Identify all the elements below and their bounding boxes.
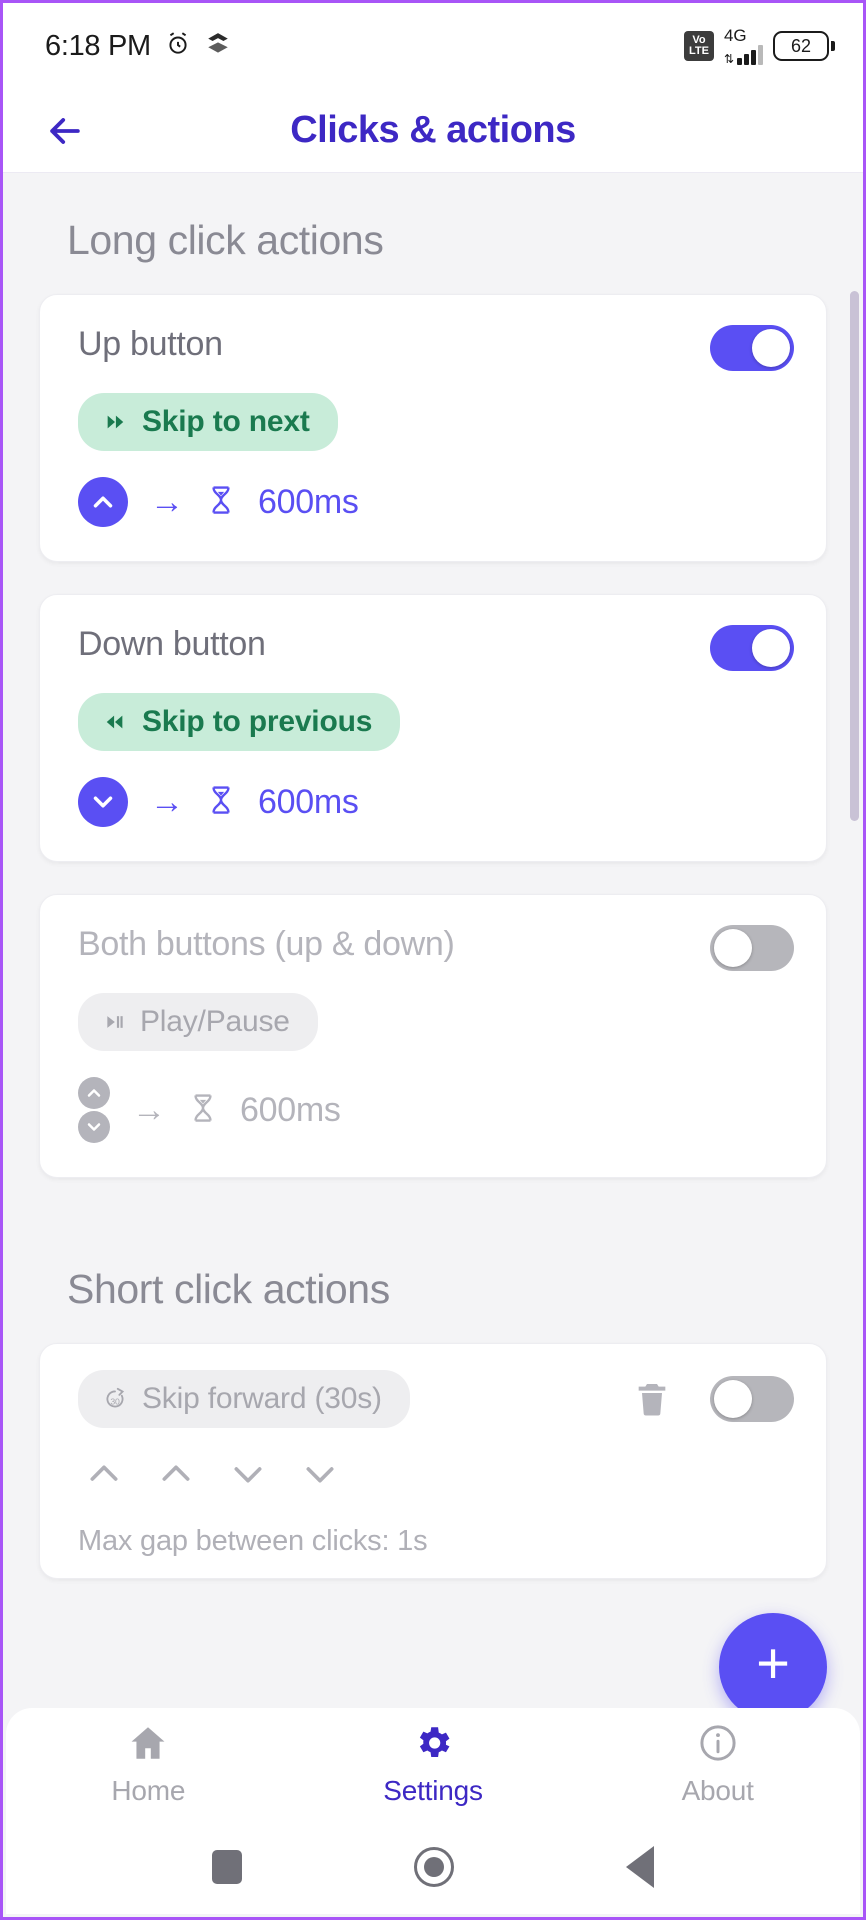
recents-square-icon[interactable] [212, 1850, 242, 1884]
vertical-scrollbar[interactable] [850, 291, 859, 821]
action-chip-skip-to-previous[interactable]: Skip to previous [78, 693, 401, 751]
skip-backward-icon [102, 711, 128, 733]
gear-icon [411, 1722, 455, 1769]
plus-icon: + [756, 1631, 790, 1696]
click-sequence [78, 1454, 794, 1499]
arrow-right-icon: → [132, 1091, 166, 1129]
card-up-button[interactable]: Up button Skip to next → 600ms [39, 294, 827, 562]
delay-value: 600ms [258, 482, 359, 521]
nav-label: Settings [383, 1774, 483, 1806]
status-bar-right: Vo LTE 4G ⇅ 62 [683, 27, 835, 65]
phone-screen: 6:18 PM Vo LTE 4G ⇅ 62 Clicks & actions … [0, 0, 866, 1920]
signal-bars-icon: ⇅ [724, 45, 763, 65]
card-down-button[interactable]: Down button Skip to previous → 600ms [39, 594, 827, 862]
settings-scroll-area[interactable]: Long click actions Up button Skip to nex… [3, 173, 863, 1729]
action-chip-skip-forward-30[interactable]: 30 Skip forward (30s) [78, 1370, 410, 1428]
status-time: 6:18 PM [45, 29, 151, 62]
home-icon [126, 1722, 170, 1769]
hourglass-icon [206, 782, 236, 823]
trash-icon[interactable] [632, 1377, 672, 1421]
card-header: Up button [78, 325, 794, 371]
card-title: Up button [78, 325, 223, 363]
card-both-buttons[interactable]: Both buttons (up & down) Play/Pause → 60… [39, 894, 827, 1178]
action-row: → 600ms [78, 1077, 794, 1143]
chip-label: Skip to next [142, 405, 310, 438]
chevron-down-icon [78, 777, 128, 827]
section-title-long-click: Long click actions [67, 217, 384, 263]
home-circle-icon[interactable] [414, 1847, 454, 1887]
skip-forward-30-icon: 30 [102, 1386, 128, 1412]
chevron-down-icon [298, 1454, 342, 1499]
data-arrows-icon: ⇅ [723, 52, 734, 66]
back-arrow-icon[interactable] [37, 103, 93, 159]
status-bar-left: 6:18 PM [45, 30, 231, 63]
chevron-up-icon [78, 477, 128, 527]
toggle-up-button[interactable] [710, 325, 794, 371]
back-triangle-icon[interactable] [626, 1846, 654, 1888]
nav-item-home[interactable]: Home [6, 1722, 291, 1807]
action-chip-play-pause[interactable]: Play/Pause [78, 993, 318, 1051]
card-title: Down button [78, 625, 266, 663]
page-title: Clicks & actions [290, 109, 576, 151]
action-row: → 600ms [78, 477, 794, 527]
chevron-up-icon [154, 1454, 198, 1499]
nav-label: About [681, 1774, 754, 1806]
action-chip-skip-to-next[interactable]: Skip to next [78, 393, 338, 451]
action-row: → 600ms [78, 777, 794, 827]
nav-item-about[interactable]: About [575, 1722, 860, 1807]
network-generation-label: 4G [723, 26, 747, 45]
card-header: Down button [78, 625, 794, 671]
hourglass-icon [206, 482, 236, 523]
bottom-navigation: Home Settings About [6, 1708, 860, 1820]
delay-value: 600ms [240, 1090, 341, 1129]
nav-label: Home [111, 1774, 186, 1806]
arrow-right-icon: → [150, 783, 184, 821]
skip-forward-icon [102, 411, 128, 433]
section-title-short-click: Short click actions [67, 1266, 390, 1312]
app-notification-icon [205, 31, 231, 62]
toggle-short-click-action[interactable] [710, 1376, 794, 1422]
chip-label: Skip to previous [142, 705, 373, 738]
short-click-header: 30 Skip forward (30s) [78, 1370, 794, 1428]
info-icon [696, 1722, 740, 1769]
hourglass-icon [188, 1090, 218, 1131]
chip-label: Skip forward (30s) [142, 1382, 382, 1415]
card-short-click-action[interactable]: 30 Skip forward (30s) Max gap between cl… [39, 1343, 827, 1579]
max-gap-label: Max gap between clicks: 1s [78, 1525, 428, 1557]
battery-level: 62 [773, 31, 829, 61]
add-action-fab[interactable]: + [719, 1613, 827, 1721]
volte-icon: Vo LTE [683, 31, 714, 61]
app-bar: Clicks & actions [3, 89, 863, 173]
delay-value: 600ms [258, 782, 359, 821]
network-indicator: 4G ⇅ [724, 27, 763, 65]
android-system-nav [6, 1820, 860, 1914]
play-pause-icon [102, 1012, 126, 1032]
toggle-down-button[interactable] [710, 625, 794, 671]
svg-text:30: 30 [110, 1396, 120, 1406]
short-click-controls [632, 1376, 794, 1422]
chevron-up-icon [82, 1454, 126, 1499]
alarm-icon [165, 31, 191, 62]
battery-icon: 62 [773, 31, 835, 61]
card-header: Both buttons (up & down) [78, 925, 794, 971]
toggle-both-buttons[interactable] [710, 925, 794, 971]
nav-item-settings[interactable]: Settings [291, 1722, 576, 1807]
chevron-down-icon [226, 1454, 270, 1499]
chip-label: Play/Pause [140, 1005, 290, 1038]
status-bar: 6:18 PM Vo LTE 4G ⇅ 62 [3, 3, 863, 89]
arrow-right-icon: → [150, 483, 184, 521]
chevron-up-down-icon [78, 1077, 110, 1143]
card-title: Both buttons (up & down) [78, 925, 455, 963]
